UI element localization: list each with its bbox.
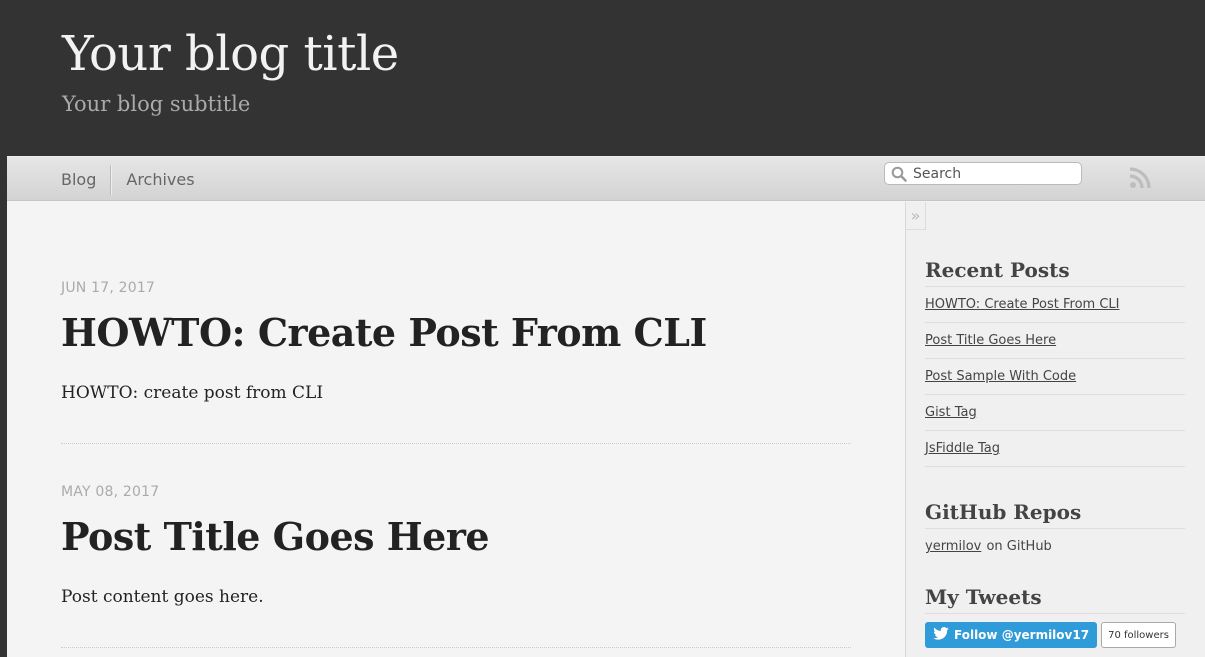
recent-post-link[interactable]: Gist Tag — [925, 405, 977, 420]
twitter-bird-icon — [933, 627, 949, 643]
list-item: Post Title Goes Here — [925, 323, 1185, 359]
list-item: HOWTO: Create Post From CLI — [925, 287, 1185, 323]
post-divider — [61, 443, 851, 444]
my-tweets-section: My Tweets Follow @yermilov17 70 follower… — [925, 585, 1185, 648]
search-box — [884, 162, 1082, 185]
post-title-link[interactable]: HOWTO: Create Post From CLI — [61, 310, 851, 355]
github-user-line: yermilov on GitHub — [925, 535, 1185, 554]
rss-icon[interactable] — [1127, 165, 1153, 191]
recent-posts-section: Recent Posts HOWTO: Create Post From CLI… — [925, 258, 1185, 467]
sidebar: » Recent Posts HOWTO: Create Post From C… — [905, 202, 1205, 657]
nav-link-blog[interactable]: Blog — [61, 170, 110, 189]
post-divider — [61, 647, 851, 648]
list-item: Gist Tag — [925, 395, 1185, 431]
twitter-follow-button[interactable]: Follow @yermilov17 — [925, 622, 1098, 648]
post-list: JUN 17, 2017 HOWTO: Create Post From CLI… — [7, 202, 905, 657]
post-date: MAY 08, 2017 — [61, 484, 160, 500]
search-input[interactable] — [913, 165, 1078, 182]
post-date: JUN 17, 2017 — [61, 280, 156, 296]
nav-divider — [110, 164, 113, 195]
page: Your blog title Your blog subtitle Blog … — [7, 0, 1205, 657]
list-item: Post Sample With Code — [925, 359, 1185, 395]
github-user-link[interactable]: yermilov — [925, 539, 981, 554]
list-item: JsFiddle Tag — [925, 431, 1185, 467]
nav-links: Blog Archives — [61, 157, 209, 202]
site-header: Your blog title Your blog subtitle — [7, 0, 1205, 156]
nav-link-archives[interactable]: Archives — [126, 170, 208, 189]
recent-post-link[interactable]: JsFiddle Tag — [925, 441, 1000, 456]
main-navigation: Blog Archives — [7, 156, 1205, 201]
post-item: MAY 08, 2017 Post Title Goes Here Post c… — [61, 484, 851, 607]
twitter-follow-widget: Follow @yermilov17 70 followers — [925, 622, 1185, 648]
twitter-follow-label: Follow @yermilov17 — [954, 628, 1090, 642]
recent-posts-list: HOWTO: Create Post From CLI Post Title G… — [925, 287, 1185, 467]
post-excerpt: HOWTO: create post from CLI — [61, 383, 324, 403]
recent-posts-heading: Recent Posts — [925, 258, 1185, 287]
blog-subtitle: Your blog subtitle — [62, 92, 251, 116]
github-repos-heading: GitHub Repos — [925, 500, 1185, 529]
followers-count-badge[interactable]: 70 followers — [1101, 622, 1176, 648]
post-title-link[interactable]: Post Title Goes Here — [61, 514, 851, 559]
github-repos-section: GitHub Repos yermilov on GitHub — [925, 500, 1185, 554]
github-suffix: on GitHub — [986, 539, 1052, 554]
recent-post-link[interactable]: Post Title Goes Here — [925, 333, 1056, 348]
my-tweets-heading: My Tweets — [925, 585, 1185, 614]
recent-post-link[interactable]: Post Sample With Code — [925, 369, 1076, 384]
collapse-sidebar-button[interactable]: » — [906, 202, 926, 230]
post-item: JUN 17, 2017 HOWTO: Create Post From CLI… — [61, 280, 851, 403]
blog-title[interactable]: Your blog title — [62, 26, 399, 82]
post-excerpt: Post content goes here. — [61, 587, 264, 607]
recent-post-link[interactable]: HOWTO: Create Post From CLI — [925, 297, 1119, 312]
search-icon — [885, 163, 913, 185]
